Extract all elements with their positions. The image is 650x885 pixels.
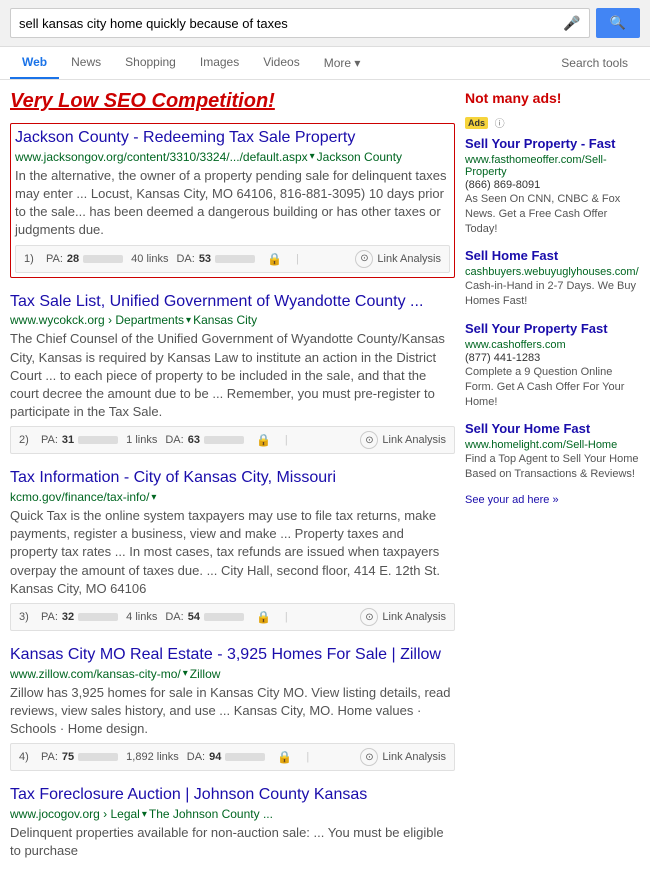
ad-4-title[interactable]: Sell Your Home Fast bbox=[465, 421, 640, 438]
ad-4-snippet: Find a Top Agent to Sell Your Home Based… bbox=[465, 452, 640, 482]
ads-info-icon[interactable]: ⓘ bbox=[495, 119, 505, 130]
ad-1-url: www.fasthomeoffer.com/Sell-Property bbox=[465, 154, 640, 178]
ad-1: Sell Your Property - Fast www.fasthomeof… bbox=[465, 136, 640, 236]
lock-icon-2: 🔒 bbox=[256, 433, 271, 447]
result-5-snippet: Delinquent properties available for non-… bbox=[10, 824, 455, 860]
ad-4-url: www.homelight.com/Sell-Home bbox=[465, 439, 640, 451]
seo-pa-4: PA: 75 bbox=[41, 751, 118, 763]
result-highlight-box: Jackson County - Redeeming Tax Sale Prop… bbox=[10, 123, 455, 278]
tab-images[interactable]: Images bbox=[188, 47, 251, 79]
tab-news[interactable]: News bbox=[59, 47, 113, 79]
search-result-3: Tax Information - City of Kansas City, M… bbox=[10, 468, 455, 631]
result-1-seo-bar: 1) PA: 28 40 links DA: 53 🔒 | ⊙ Link Ana… bbox=[15, 245, 450, 273]
right-column: Not many ads! Ads ⓘ Sell Your Property -… bbox=[465, 90, 640, 875]
lock-icon-3: 🔒 bbox=[256, 610, 271, 624]
left-column: Very Low SEO Competition! Jackson County… bbox=[10, 90, 455, 875]
result-5-url: www.jocogov.org › Legal ▾ The Johnson Co… bbox=[10, 807, 455, 821]
ad-1-snippet: As Seen On CNN, CNBC & Fox News. Get a F… bbox=[465, 192, 640, 237]
seo-da-4: DA: 94 bbox=[187, 751, 266, 763]
result-3-seo-bar: 3) PA: 32 4 links DA: 54 🔒 | ⊙ Link Anal… bbox=[10, 603, 455, 631]
tab-web[interactable]: Web bbox=[10, 47, 59, 79]
link-analysis-2[interactable]: ⊙ Link Analysis bbox=[360, 431, 446, 449]
seo-pa-1: PA: 28 bbox=[46, 253, 123, 265]
ad-3-title[interactable]: Sell Your Property Fast bbox=[465, 321, 640, 338]
tab-search-tools[interactable]: Search tools bbox=[549, 48, 640, 78]
search-input-wrap[interactable]: 🎤 bbox=[10, 8, 590, 38]
ad-3-url: www.cashoffers.com bbox=[465, 339, 640, 351]
seo-links-1: 40 links bbox=[131, 253, 168, 265]
seo-pa-2: PA: 31 bbox=[41, 434, 118, 446]
search-icon: 🔍 bbox=[610, 15, 626, 30]
ad-2-url: cashbuyers.webuyuglyhouses.com/ bbox=[465, 266, 640, 278]
seo-num-3: 3) bbox=[19, 611, 33, 623]
mic-icon[interactable]: 🎤 bbox=[563, 15, 580, 32]
lock-icon-1: 🔒 bbox=[267, 252, 282, 266]
link-analysis-1[interactable]: ⊙ Link Analysis bbox=[355, 250, 441, 268]
result-3-snippet: Quick Tax is the online system taxpayers… bbox=[10, 507, 455, 598]
search-bar-area: 🎤 🔍 bbox=[0, 0, 650, 47]
ad-3: Sell Your Property Fast www.cashoffers.c… bbox=[465, 321, 640, 409]
search-result-5: Tax Foreclosure Auction | Johnson County… bbox=[10, 785, 455, 860]
result-4-snippet: Zillow has 3,925 homes for sale in Kansa… bbox=[10, 684, 455, 739]
nav-tabs: Web News Shopping Images Videos More ▾ S… bbox=[0, 47, 650, 80]
seo-da-1: DA: 53 bbox=[176, 253, 255, 265]
seo-links-2: 1 links bbox=[126, 434, 157, 446]
ad-1-title[interactable]: Sell Your Property - Fast bbox=[465, 136, 640, 153]
link-analysis-icon-3: ⊙ bbox=[360, 608, 378, 626]
result-3-title[interactable]: Tax Information - City of Kansas City, M… bbox=[10, 468, 455, 489]
result-4-seo-bar: 4) PA: 75 1,892 links DA: 94 🔒 | ⊙ Link … bbox=[10, 743, 455, 771]
result-2-seo-bar: 2) PA: 31 1 links DA: 63 🔒 | ⊙ Link Anal… bbox=[10, 426, 455, 454]
result-1-url: www.jacksongov.org/content/3310/3324/...… bbox=[15, 150, 450, 164]
seo-num-4: 4) bbox=[19, 751, 33, 763]
ads-badge: Ads bbox=[465, 117, 488, 129]
ad-3-snippet: Complete a 9 Question Online Form. Get A… bbox=[465, 365, 640, 410]
link-analysis-icon-4: ⊙ bbox=[360, 748, 378, 766]
tab-more[interactable]: More ▾ bbox=[312, 48, 373, 78]
search-result-2: Tax Sale List, Unified Government of Wya… bbox=[10, 292, 455, 455]
ad-2-snippet: Cash-in-Hand in 2-7 Days. We Buy Homes F… bbox=[465, 279, 640, 309]
lock-icon-4: 🔒 bbox=[277, 750, 292, 764]
ad-2-title[interactable]: Sell Home Fast bbox=[465, 248, 640, 265]
search-result-4: Kansas City MO Real Estate - 3,925 Homes… bbox=[10, 645, 455, 771]
search-button[interactable]: 🔍 bbox=[596, 8, 640, 38]
main-layout: Very Low SEO Competition! Jackson County… bbox=[0, 80, 650, 885]
tab-videos[interactable]: Videos bbox=[251, 47, 311, 79]
ad-4: Sell Your Home Fast www.homelight.com/Se… bbox=[465, 421, 640, 482]
seo-pa-3: PA: 32 bbox=[41, 611, 118, 623]
ad-1-phone: (866) 869-8091 bbox=[465, 179, 640, 191]
seo-da-2: DA: 63 bbox=[165, 434, 244, 446]
ad-2: Sell Home Fast cashbuyers.webuyuglyhouse… bbox=[465, 248, 640, 309]
result-2-title[interactable]: Tax Sale List, Unified Government of Wya… bbox=[10, 292, 455, 313]
result-3-url: kcmo.gov/finance/tax-info/ ▾ bbox=[10, 490, 455, 504]
result-4-title[interactable]: Kansas City MO Real Estate - 3,925 Homes… bbox=[10, 645, 455, 666]
seo-num-2: 2) bbox=[19, 434, 33, 446]
result-1-snippet: In the alternative, the owner of a prope… bbox=[15, 167, 450, 240]
tab-shopping[interactable]: Shopping bbox=[113, 47, 188, 79]
ads-badge-row: Ads ⓘ bbox=[465, 114, 640, 130]
result-4-url: www.zillow.com/kansas-city-mo/ ▾ Zillow bbox=[10, 667, 455, 681]
seo-da-3: DA: 54 bbox=[165, 611, 244, 623]
see-your-ad-link[interactable]: See your ad here » bbox=[465, 494, 640, 506]
ad-3-phone: (877) 441-1283 bbox=[465, 352, 640, 364]
seo-links-3: 4 links bbox=[126, 611, 157, 623]
search-input[interactable] bbox=[19, 16, 563, 31]
link-analysis-4[interactable]: ⊙ Link Analysis bbox=[360, 748, 446, 766]
result-5-title[interactable]: Tax Foreclosure Auction | Johnson County… bbox=[10, 785, 455, 806]
result-2-snippet: The Chief Counsel of the Unified Governm… bbox=[10, 330, 455, 421]
seo-num-1: 1) bbox=[24, 253, 38, 265]
seo-links-4: 1,892 links bbox=[126, 751, 179, 763]
result-1-title[interactable]: Jackson County - Redeeming Tax Sale Prop… bbox=[15, 128, 450, 149]
result-2-url: www.wycokck.org › Departments ▾ Kansas C… bbox=[10, 313, 455, 327]
link-analysis-3[interactable]: ⊙ Link Analysis bbox=[360, 608, 446, 626]
right-column-label: Not many ads! bbox=[465, 90, 640, 106]
seo-competition-label: Very Low SEO Competition! bbox=[10, 90, 455, 113]
link-analysis-icon-1: ⊙ bbox=[355, 250, 373, 268]
search-result-1: Jackson County - Redeeming Tax Sale Prop… bbox=[15, 128, 450, 240]
link-analysis-icon-2: ⊙ bbox=[360, 431, 378, 449]
